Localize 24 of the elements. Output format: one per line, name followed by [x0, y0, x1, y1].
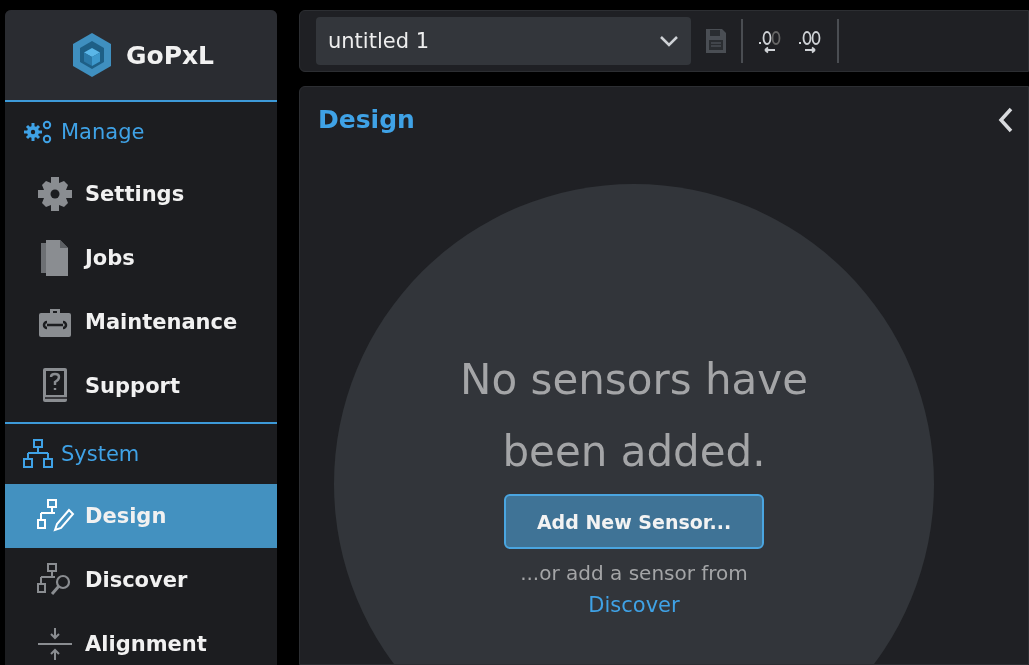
decrease-decimal-icon[interactable]: [757, 28, 783, 54]
alignment-arrows-icon: [35, 627, 75, 661]
empty-message: No sensors have been added.: [459, 354, 809, 478]
nav-item[interactable]: Maintenance: [5, 290, 277, 354]
section-header[interactable]: System: [5, 424, 277, 484]
app-name: GoPxL: [125, 40, 215, 70]
nav-item[interactable]: Settings: [5, 162, 277, 226]
nav-item[interactable]: Alignment: [5, 612, 277, 665]
panel-title: Design: [318, 105, 415, 134]
discover-link[interactable]: Discover: [588, 593, 680, 617]
job-dropdown[interactable]: untitled 1: [316, 17, 691, 65]
add-sensor-button[interactable]: Add New Sensor...: [504, 494, 764, 549]
gear-icon: [35, 176, 75, 212]
nav-item[interactable]: Support: [5, 354, 277, 418]
collapse-chevron-icon[interactable]: [998, 106, 1014, 133]
gears-icon: [23, 119, 53, 145]
section-header[interactable]: Manage: [5, 102, 277, 162]
hint-text: ...or add a sensor from: [520, 561, 748, 585]
chevron-down-icon: [659, 35, 679, 47]
increase-decimal-icon[interactable]: [797, 28, 823, 54]
network-pencil-icon: [35, 498, 75, 534]
network-icon: [23, 439, 53, 469]
nav-item[interactable]: Jobs: [5, 226, 277, 290]
nav-item[interactable]: Discover: [5, 548, 277, 612]
